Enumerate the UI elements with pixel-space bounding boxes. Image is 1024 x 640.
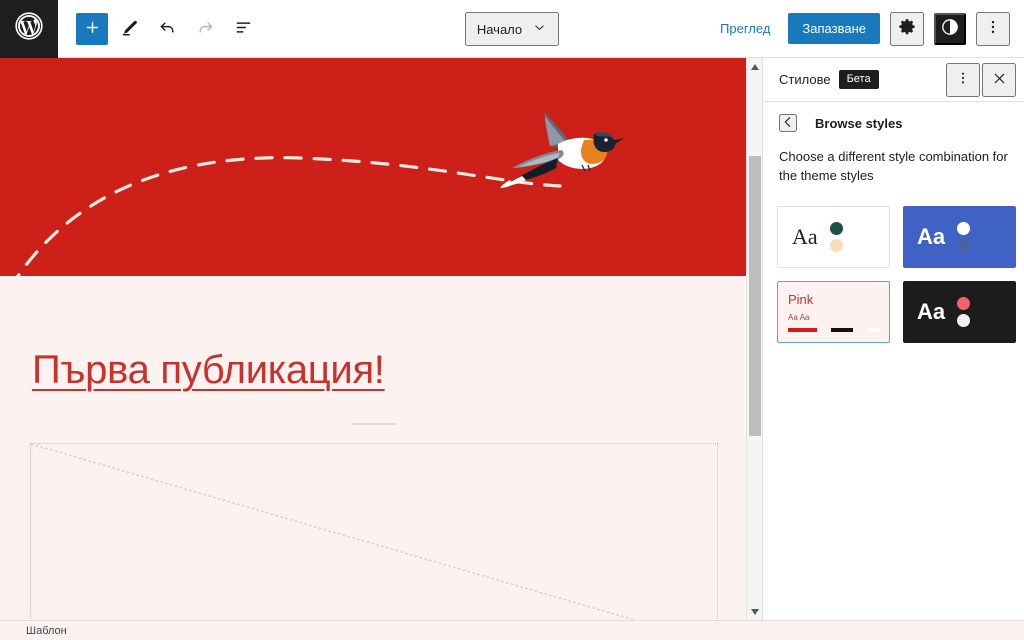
settings-button[interactable]: [890, 11, 924, 46]
style-color-dots: [957, 296, 971, 327]
color-dot-secondary: [957, 313, 971, 327]
style-variation-grid: Aa Aa Pink Aa Aa Aa: [763, 186, 1024, 343]
color-dot-primary: [957, 221, 971, 235]
style-color-dots: [829, 221, 843, 252]
color-dot-secondary: [829, 238, 843, 252]
style-card-blue[interactable]: Aa: [903, 205, 1016, 268]
chevron-down-icon: [532, 20, 547, 38]
bird-illustration: [500, 106, 625, 201]
color-bar-secondary: [831, 328, 853, 333]
pencil-icon: [119, 17, 140, 41]
ellipsis-vertical-icon: [984, 18, 1002, 39]
editor-toolbar: Начало Преглед Запазване: [0, 0, 1024, 58]
more-options-button[interactable]: [976, 11, 1010, 46]
redo-button[interactable]: [188, 12, 222, 46]
sidebar-subheader: Browse styles: [763, 102, 1024, 144]
list-view-button[interactable]: [226, 12, 260, 46]
wordpress-logo-button[interactable]: [0, 0, 58, 58]
style-color-bars: [788, 328, 879, 333]
editor-root: Начало Преглед Запазване Първа публикаци…: [0, 0, 1024, 640]
wordpress-logo-icon: [15, 12, 43, 45]
contrast-circle-icon: [940, 17, 960, 40]
gear-icon: [897, 17, 917, 40]
add-block-button[interactable]: [76, 12, 108, 45]
scroll-up-arrow[interactable]: [747, 58, 763, 75]
save-button[interactable]: Запазване: [788, 13, 880, 44]
color-bar-primary: [788, 328, 818, 333]
style-color-dots: [957, 221, 971, 252]
ellipsis-vertical-icon: [955, 70, 971, 89]
undo-icon: [157, 17, 178, 41]
canvas-scrollbar[interactable]: [746, 58, 762, 620]
chevron-left-icon: [780, 114, 796, 133]
toolbar-left-group: [58, 12, 260, 46]
placeholder-diagonal-icon: [31, 444, 638, 620]
document-title-label: Начало: [476, 21, 523, 37]
image-placeholder-block[interactable]: [30, 443, 718, 620]
color-dot-primary: [829, 221, 843, 235]
sidebar-title: Стилове: [779, 72, 831, 87]
browse-styles-description: Choose a different style combination for…: [779, 149, 1008, 183]
status-bar: Шаблон: [0, 620, 1024, 640]
color-bar-tertiary: [866, 328, 879, 333]
redo-icon: [195, 17, 216, 41]
sidebar-header: Стилове Бета: [763, 58, 1024, 102]
undo-button[interactable]: [150, 12, 184, 46]
editor-canvas[interactable]: Първа публикация!: [0, 58, 762, 620]
style-sample-text: Aa: [917, 223, 946, 249]
scrollbar-thumb[interactable]: [749, 156, 761, 436]
scroll-down-arrow[interactable]: [747, 603, 763, 620]
sidebar-more-options-button[interactable]: [946, 62, 980, 97]
style-sample-text: Aa Aa: [788, 313, 810, 323]
style-card-pink[interactable]: Pink Aa Aa: [777, 280, 890, 343]
sidebar-close-button[interactable]: [982, 62, 1016, 97]
color-dot-secondary: [957, 238, 971, 252]
plus-icon: [84, 19, 101, 39]
document-title-button[interactable]: Начало: [464, 12, 560, 46]
toolbar-right-group: Преглед Запазване: [712, 11, 1024, 46]
close-icon: [991, 70, 1008, 90]
color-dot-primary: [957, 296, 971, 310]
browse-styles-title: Browse styles: [815, 115, 903, 131]
list-view-icon: [233, 17, 254, 41]
preview-button[interactable]: Преглед: [712, 15, 778, 42]
separator-block[interactable]: [352, 423, 396, 425]
sidebar-back-button[interactable]: [779, 114, 797, 132]
hero-cover-block[interactable]: [0, 58, 748, 276]
sidebar-header-actions: [946, 62, 1016, 97]
styles-sidebar: Стилове Бета Browse styles Choose a diff…: [762, 58, 1024, 620]
hero-dashed-path: [16, 156, 562, 276]
beta-badge: Бета: [838, 69, 879, 90]
style-card-dark[interactable]: Aa: [903, 280, 1016, 343]
styles-toggle-button[interactable]: [934, 12, 966, 45]
style-sample-text: Aa: [792, 223, 818, 249]
edit-tool-button[interactable]: [112, 12, 146, 46]
breadcrumb-template-label[interactable]: Шаблон: [26, 625, 67, 637]
post-title[interactable]: Първа публикация!: [32, 348, 762, 393]
pink-card-body: Pink Aa Aa: [788, 291, 879, 333]
style-card-default[interactable]: Aa: [777, 205, 890, 268]
style-card-title: Pink: [788, 292, 814, 308]
style-sample-text: Aa: [917, 298, 946, 324]
